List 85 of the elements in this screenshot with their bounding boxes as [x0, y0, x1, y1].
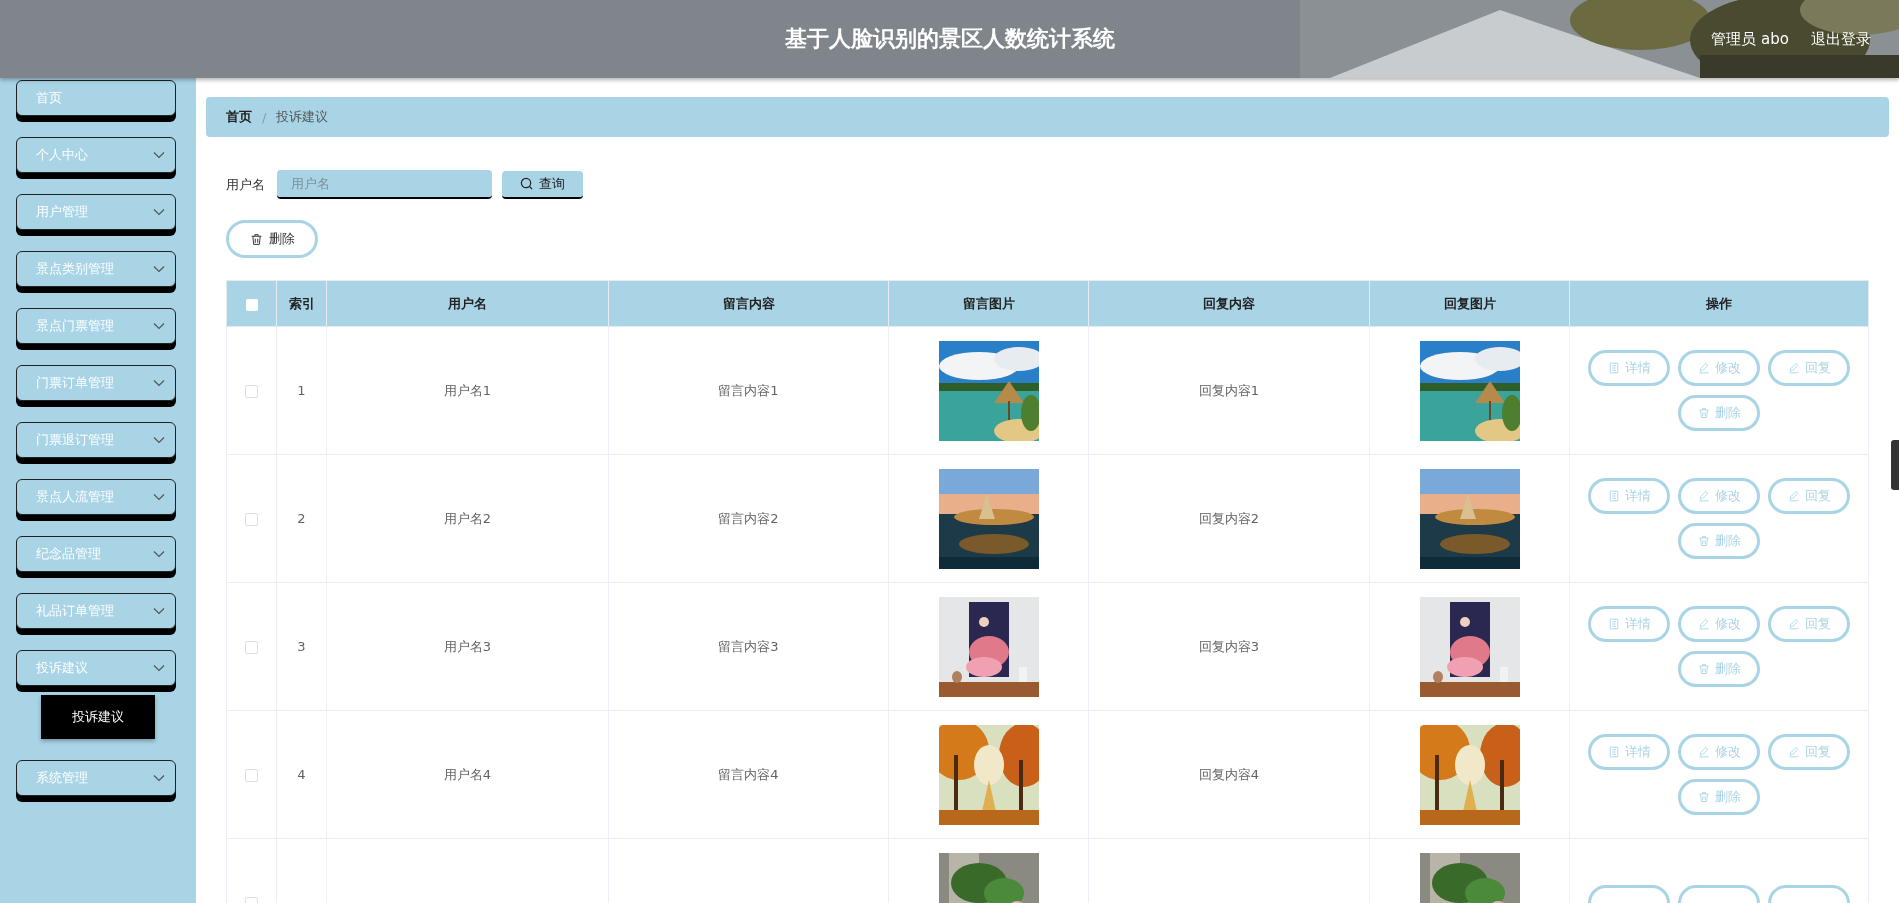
- action-button[interactable]: 回复: [1768, 350, 1850, 386]
- trash-icon: [1697, 791, 1710, 803]
- chevron-down-icon: [153, 436, 165, 444]
- action-button[interactable]: 删除: [1678, 523, 1760, 559]
- search-button[interactable]: 查询: [502, 170, 583, 199]
- action-button[interactable]: 修改: [1678, 478, 1760, 514]
- table-cell: 回复内容2: [1198, 509, 1260, 528]
- chevron-down-icon: [153, 322, 165, 330]
- action-button[interactable]: 修改: [1678, 606, 1760, 642]
- action-button[interactable]: 详情: [1588, 606, 1670, 642]
- row-checkbox[interactable]: [245, 385, 258, 398]
- trash-icon: [1697, 663, 1710, 675]
- pencil-icon: [1787, 362, 1800, 374]
- field-label: 用户名: [226, 175, 265, 194]
- search-icon: [520, 177, 533, 190]
- action-button[interactable]: 删除: [1678, 651, 1760, 687]
- breadcrumb-item: 投诉建议: [276, 108, 329, 126]
- submenu-item[interactable]: 投诉建议: [41, 695, 155, 739]
- username-field[interactable]: 用户名: [277, 170, 492, 199]
- table-cell: 回复内容1: [1198, 381, 1260, 400]
- scrollbar-thumb[interactable]: [1891, 440, 1899, 490]
- column-header: 回复内容: [1203, 294, 1255, 313]
- table-cell: 用户名2: [443, 509, 492, 528]
- logout-link[interactable]: 退出登录: [1811, 29, 1871, 49]
- action-button[interactable]: 删除: [1678, 779, 1760, 815]
- table-cell: 2: [297, 511, 306, 526]
- action-button[interactable]: 回复: [1768, 606, 1850, 642]
- chevron-down-icon: [153, 607, 165, 615]
- pencil-icon: [1697, 362, 1710, 374]
- table-cell: 4: [297, 767, 306, 782]
- action-button[interactable]: 回复: [1768, 478, 1850, 514]
- document-icon: [1607, 362, 1620, 374]
- table-cell: 用户名1: [443, 381, 492, 400]
- chevron-down-icon: [153, 774, 165, 782]
- trash-icon: [249, 232, 263, 246]
- row-checkbox[interactable]: [245, 513, 258, 526]
- table-cell: 用户名3: [443, 637, 492, 656]
- action-button[interactable]: 删除: [1678, 395, 1760, 431]
- action-button[interactable]: 回复: [1768, 734, 1850, 770]
- document-icon: [1607, 490, 1620, 502]
- pencil-icon: [1697, 618, 1710, 630]
- chevron-down-icon: [153, 208, 165, 216]
- trash-icon: [1697, 407, 1710, 419]
- chevron-down-icon: [153, 493, 165, 501]
- document-icon: [1607, 746, 1620, 758]
- row-checkbox[interactable]: [245, 769, 258, 782]
- table-cell: 留言内容1: [718, 381, 779, 400]
- pencil-icon: [1787, 746, 1800, 758]
- delete-button[interactable]: 删除: [226, 220, 318, 258]
- column-header: 索引: [288, 294, 315, 313]
- pencil-icon: [1697, 490, 1710, 502]
- pencil-icon: [1787, 490, 1800, 502]
- table-cell: 回复内容4: [1198, 765, 1260, 784]
- action-button[interactable]: 详情: [1588, 350, 1670, 386]
- table-cell: 用户名4: [443, 765, 492, 784]
- column-header: 留言内容: [722, 294, 775, 313]
- table-cell: 留言内容3: [718, 637, 779, 656]
- breadcrumb-separator: /: [262, 109, 267, 125]
- pencil-icon: [1787, 618, 1800, 630]
- column-header: 操作: [1706, 294, 1732, 313]
- user-label: 管理员 abo: [1711, 29, 1789, 49]
- table-cell: 留言内容2: [718, 509, 779, 528]
- table-cell: 3: [297, 639, 306, 654]
- row-checkbox[interactable]: [245, 641, 258, 654]
- chevron-down-icon: [153, 379, 165, 387]
- chevron-down-icon: [153, 664, 165, 672]
- chevron-down-icon: [153, 265, 165, 273]
- chevron-down-icon: [153, 550, 165, 558]
- select-all-checkbox[interactable]: [245, 298, 258, 311]
- action-button[interactable]: 详情: [1588, 478, 1670, 514]
- document-icon: [1607, 618, 1620, 630]
- action-button[interactable]: 修改: [1678, 350, 1760, 386]
- column-header: 留言图片: [962, 294, 1015, 313]
- breadcrumb-item[interactable]: 首页: [226, 108, 252, 126]
- column-header: 用户名: [448, 294, 487, 313]
- table-cell: 1: [297, 383, 306, 398]
- trash-icon: [1697, 535, 1710, 547]
- action-button[interactable]: 详情: [1588, 734, 1670, 770]
- table-cell: 留言内容4: [718, 765, 779, 784]
- app-title: 基于人脸识别的景区人数统计系统: [784, 25, 1115, 53]
- column-header: 回复图片: [1443, 294, 1496, 313]
- pencil-icon: [1697, 746, 1710, 758]
- table-cell: 回复内容3: [1198, 637, 1260, 656]
- action-button[interactable]: 修改: [1678, 734, 1760, 770]
- chevron-down-icon: [153, 151, 165, 159]
